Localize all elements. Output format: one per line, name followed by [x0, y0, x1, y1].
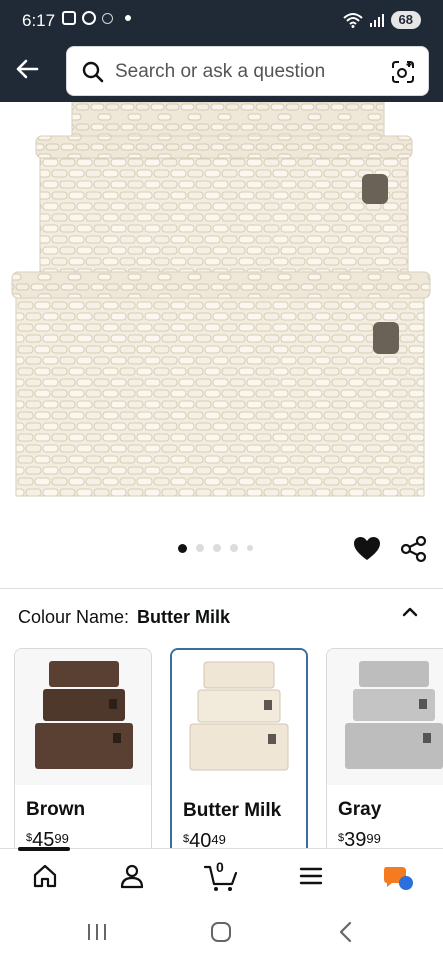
variant-thumbnail-gray — [327, 649, 443, 785]
colour-selected-value: Butter Milk — [137, 607, 231, 627]
status-bar: 6:17 68 — [0, 0, 443, 42]
product-image[interactable] — [0, 102, 443, 522]
bottom-navigation: 0 — [0, 847, 443, 907]
image-pagination-dots — [178, 544, 253, 553]
menu-icon[interactable] — [298, 863, 324, 889]
app-header: Search or ask a question — [0, 42, 443, 102]
status-time: 6:17 — [22, 11, 56, 30]
section-divider — [0, 588, 443, 589]
status-notification-icons — [62, 11, 131, 25]
cart-count: 0 — [216, 859, 224, 875]
camera-search-icon[interactable] — [390, 59, 416, 85]
pagination-dot-3[interactable] — [213, 544, 221, 552]
back-arrow-icon[interactable] — [12, 54, 42, 84]
variant-card-brown[interactable]: Brown $4599 — [14, 648, 152, 868]
share-icon[interactable] — [400, 535, 428, 563]
active-tab-indicator — [18, 847, 70, 851]
wifi-icon — [342, 13, 363, 28]
cart-button[interactable]: 0 — [203, 859, 240, 893]
colour-name-row: Colour Name: Butter Milk — [18, 607, 230, 628]
variant-name: Brown — [26, 799, 86, 820]
search-bar[interactable]: Search or ask a question — [66, 46, 429, 96]
home-button-icon[interactable] — [210, 921, 232, 943]
variant-thumbnail-butter-milk — [172, 650, 306, 786]
status-system-icons: 68 — [342, 11, 421, 29]
wicker-basket-set-image — [11, 102, 431, 497]
rufus-assistant-icon[interactable] — [382, 863, 416, 893]
variant-name: Butter Milk — [183, 800, 282, 821]
home-icon[interactable] — [32, 863, 58, 889]
variant-card-gray[interactable]: Gray $3999 — [326, 648, 443, 868]
pagination-dot-4[interactable] — [230, 544, 238, 552]
signal-icon — [369, 14, 384, 27]
variant-card-butter-milk[interactable]: Butter Milk $4049 — [170, 648, 308, 868]
system-back-icon[interactable] — [336, 921, 356, 943]
chevron-up-icon[interactable] — [400, 602, 420, 622]
colour-label: Colour Name: — [18, 607, 130, 627]
app-notification-icon — [102, 12, 113, 24]
messenger-notification-icon — [82, 11, 96, 25]
variant-thumbnail-brown — [15, 649, 151, 785]
heart-icon[interactable] — [353, 536, 381, 562]
battery-indicator: 68 — [390, 11, 421, 29]
pagination-dot-5[interactable] — [247, 545, 253, 551]
system-navigation-bar — [0, 906, 443, 960]
screenshot-notification-icon — [62, 11, 76, 25]
more-notifications-dot-icon — [125, 15, 131, 21]
search-icon — [82, 61, 104, 83]
pagination-dot-2[interactable] — [196, 544, 204, 552]
search-input[interactable]: Search or ask a question — [115, 61, 325, 83]
recent-apps-icon[interactable] — [86, 922, 108, 942]
variant-name: Gray — [338, 799, 382, 820]
account-icon[interactable] — [119, 863, 145, 889]
pagination-dot-1[interactable] — [178, 544, 187, 553]
